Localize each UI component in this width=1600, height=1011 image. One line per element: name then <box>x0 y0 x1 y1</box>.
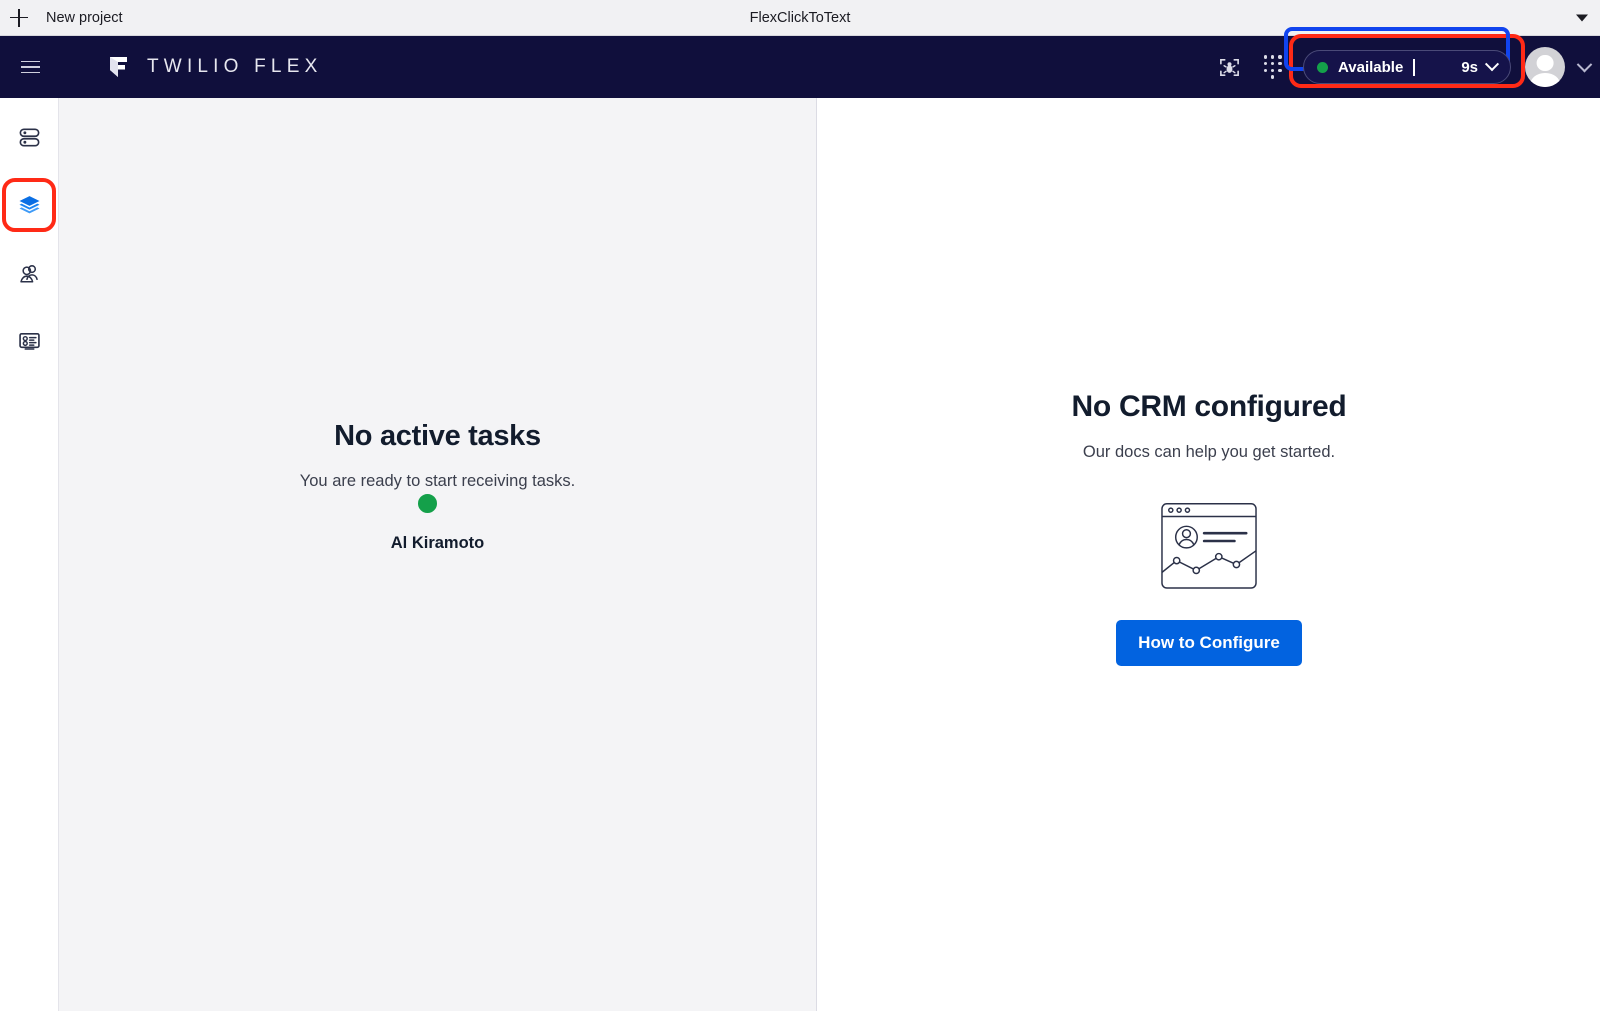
teams-people-icon <box>19 264 38 283</box>
agent-presence-dot-icon <box>415 492 439 515</box>
window-title: FlexClickToText <box>749 9 851 26</box>
brand: TWILIO FLEX <box>107 54 322 80</box>
crm-empty-state: No CRM configured Our docs can help you … <box>818 390 1600 666</box>
agent-status-control: Available 9s <box>1284 27 1525 88</box>
new-project-tab[interactable]: New project <box>0 7 123 29</box>
tasks-empty-state: No active tasks You are ready to start r… <box>59 420 816 553</box>
agent-status-label: Available <box>1338 58 1404 76</box>
app-root: New project FlexClickToText TWILIO FLEX <box>0 0 1600 1011</box>
presence-dot-icon <box>1317 61 1328 73</box>
user-avatar-icon[interactable] <box>1525 47 1565 87</box>
bug-in-frame-icon[interactable] <box>1207 45 1251 89</box>
status-divider <box>1413 58 1415 76</box>
browser-tab-strip: New project FlexClickToText <box>0 0 1600 36</box>
left-navigation-rail <box>0 98 59 1011</box>
sidebar-item-agent-desktop[interactable] <box>2 178 56 232</box>
queues-stats-icon <box>18 332 40 350</box>
window-menu-chevron-down-icon[interactable] <box>1576 14 1588 21</box>
crm-browser-window-illustration <box>818 494 1600 590</box>
dialpad-icon[interactable] <box>1251 45 1295 89</box>
hamburger-menu-icon[interactable] <box>8 45 52 89</box>
twilio-flex-logo-icon <box>107 54 133 80</box>
crm-panel: No CRM configured Our docs can help you … <box>818 98 1600 1011</box>
tasks-list-icon <box>19 128 39 146</box>
user-menu-chevron-down-icon[interactable] <box>1576 56 1593 72</box>
sidebar-item-queues-stats[interactable] <box>6 318 52 364</box>
agent-status-pill[interactable]: Available 9s <box>1303 50 1511 84</box>
agent-card: Al Kiramoto <box>59 492 816 553</box>
tasks-panel: No active tasks You are ready to start r… <box>59 98 817 1011</box>
agent-name: Al Kiramoto <box>390 534 485 552</box>
flex-top-header: TWILIO FLEX Available 9s <box>0 27 1600 98</box>
crm-empty-subtitle: Our docs can help you get started. <box>1082 443 1336 461</box>
tasks-empty-subtitle: You are ready to start receiving tasks. <box>299 472 576 490</box>
tasks-empty-title: No active tasks <box>334 420 541 452</box>
new-project-label: New project <box>46 9 123 26</box>
sidebar-item-teams[interactable] <box>6 250 52 296</box>
layers-icon <box>19 195 39 213</box>
chevron-down-icon[interactable] <box>1484 57 1500 72</box>
how-to-configure-button[interactable]: How to Configure <box>1116 620 1302 666</box>
plus-icon[interactable] <box>8 7 30 29</box>
header-right-controls: Available 9s <box>1207 27 1600 89</box>
brand-text: TWILIO FLEX <box>147 56 323 77</box>
sidebar-item-tasks[interactable] <box>6 114 52 160</box>
agent-status-timer: 9s <box>1461 58 1478 76</box>
crm-empty-title: No CRM configured <box>1071 390 1347 423</box>
